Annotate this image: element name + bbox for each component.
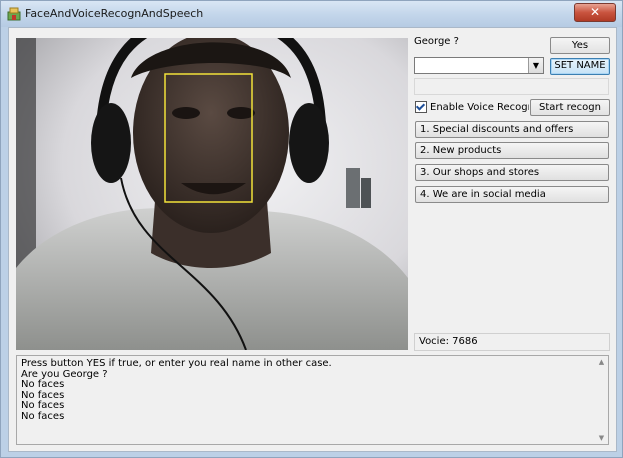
close-icon: ✕: [589, 5, 601, 19]
menu-item-special-discounts[interactable]: 1. Special discounts and offers: [415, 121, 609, 138]
enable-voice-checkbox[interactable]: [415, 101, 427, 113]
close-button[interactable]: ✕: [574, 3, 616, 22]
enable-voice-label: Enable Voice Recognitio: [430, 102, 529, 113]
set-name-button[interactable]: SET NAME: [550, 58, 610, 75]
camera-frame: [16, 38, 408, 350]
menu-item-shops-stores[interactable]: 3. Our shops and stores: [415, 164, 609, 181]
log-textbox[interactable]: Press button YES if true, or enter you r…: [16, 355, 609, 445]
window-title: FaceAndVoiceRecognAndSpeech: [25, 7, 204, 20]
app-window: FaceAndVoiceRecognAndSpeech ✕ George ? Y…: [0, 0, 623, 458]
camera-view: [16, 38, 408, 350]
start-recognition-button[interactable]: Start recogn: [530, 99, 610, 116]
chevron-down-icon[interactable]: ▼: [528, 58, 543, 73]
title-bar[interactable]: FaceAndVoiceRecognAndSpeech ✕: [1, 1, 622, 27]
app-icon: [7, 7, 21, 21]
menu-item-social-media[interactable]: 4. We are in social media: [415, 186, 609, 203]
log-text: Press button YES if true, or enter you r…: [21, 358, 332, 422]
scroll-down-icon[interactable]: ▼: [595, 432, 608, 444]
scroll-up-icon[interactable]: ▲: [595, 356, 608, 368]
enable-voice-checkbox-row[interactable]: Enable Voice Recognitio: [415, 101, 529, 115]
yes-button[interactable]: Yes: [550, 37, 610, 54]
main-panel: George ? Yes ▼ SET NAME Enable Voice Rec…: [8, 27, 617, 452]
menu-item-new-products[interactable]: 2. New products: [415, 142, 609, 159]
voice-status: Vocie: 7686: [414, 333, 610, 351]
name-combobox[interactable]: ▼: [414, 57, 544, 74]
log-scrollbar[interactable]: ▲ ▼: [595, 356, 608, 444]
recognized-name-label: George ?: [414, 36, 459, 47]
name-input-area[interactable]: [414, 78, 609, 95]
